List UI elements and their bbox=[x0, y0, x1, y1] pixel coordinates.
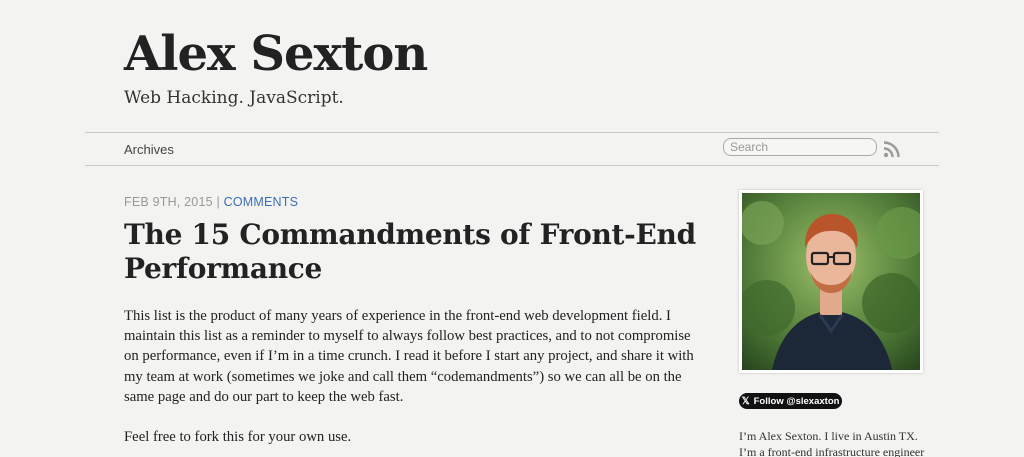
nav-bar: Archives bbox=[85, 132, 939, 166]
search-input[interactable] bbox=[723, 138, 877, 156]
post-date: Feb 9th, 2015 bbox=[124, 195, 213, 209]
author-avatar bbox=[739, 190, 923, 373]
post-meta: Feb 9th, 2015 | Comments bbox=[124, 195, 298, 209]
site-title[interactable]: Alex Sexton bbox=[124, 26, 428, 82]
rss-icon[interactable] bbox=[883, 140, 901, 158]
bio-line: I’m a front-end infrastructure engineer bbox=[739, 445, 925, 457]
author-photo bbox=[742, 193, 920, 370]
meta-separator: | bbox=[216, 195, 220, 209]
x-logo-icon: 𝕏 bbox=[741, 395, 750, 407]
author-bio: I’m Alex Sexton. I live in Austin TX. I’… bbox=[739, 428, 939, 457]
follow-label: Follow @slexaxton bbox=[753, 395, 840, 407]
bio-line: I’m Alex Sexton. I live in Austin TX. bbox=[739, 429, 918, 443]
post-paragraph: Feel free to fork this for your own use. bbox=[124, 429, 352, 446]
comments-link[interactable]: Comments bbox=[224, 195, 299, 209]
post-body: This list is the product of many years o… bbox=[124, 306, 696, 457]
twitter-follow-button[interactable]: 𝕏 Follow @slexaxton bbox=[739, 393, 842, 409]
nav-archives-link[interactable]: Archives bbox=[124, 142, 174, 157]
site-tagline: Web Hacking. JavaScript. bbox=[124, 88, 344, 108]
post-title[interactable]: The 15 Commandments of Front-End Perform… bbox=[124, 218, 704, 286]
post-paragraph: This list is the product of many years o… bbox=[124, 308, 694, 405]
